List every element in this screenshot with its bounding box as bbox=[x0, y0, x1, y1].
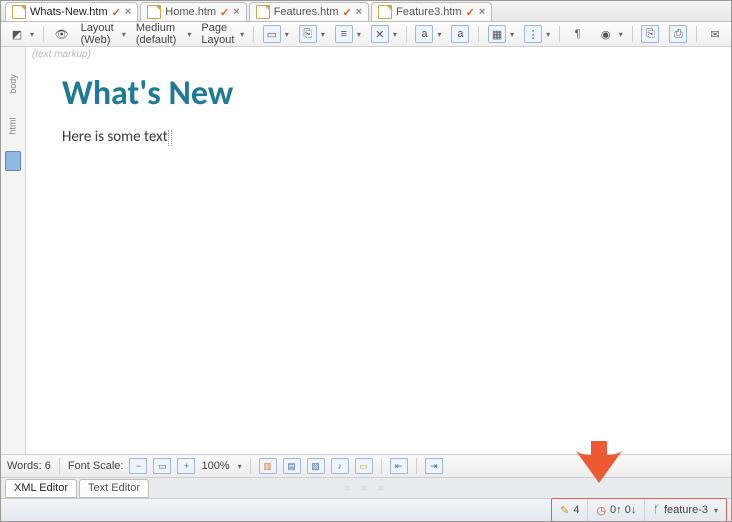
zoom-dropdown[interactable] bbox=[236, 460, 242, 472]
separator bbox=[478, 26, 479, 42]
tab-home[interactable]: Home.htm ✓ × bbox=[140, 2, 246, 21]
ruler-button[interactable]: ▭ bbox=[355, 458, 373, 474]
zoom-reset-button[interactable]: ▭ bbox=[153, 458, 171, 474]
tab-whats-new[interactable]: Whats-New.htm ✓ × bbox=[5, 2, 138, 21]
separator bbox=[381, 458, 382, 474]
separator bbox=[406, 26, 407, 42]
send-button[interactable]: ✉ bbox=[703, 24, 727, 44]
expand-left-button[interactable]: ⇤ bbox=[390, 458, 408, 474]
modified-check-icon: ✓ bbox=[466, 6, 475, 19]
branch-selector[interactable]: ᚶ feature-3 bbox=[645, 499, 726, 521]
medium-dropdown[interactable]: Medium (default) bbox=[133, 21, 195, 47]
bottom-toolbar: Words: 6 Font Scale: − ▭ + 100% ▥ ▤ ▧ ♪ … bbox=[1, 454, 731, 477]
separator bbox=[43, 26, 44, 42]
body-text: Here is some text bbox=[62, 128, 168, 146]
layout-mode-2[interactable]: ▤ bbox=[283, 458, 301, 474]
file-icon bbox=[256, 5, 270, 19]
branch-icon: ᚶ bbox=[653, 504, 660, 516]
tab-label: Feature3.htm bbox=[396, 6, 461, 18]
layout-mode-1[interactable]: ▥ bbox=[259, 458, 277, 474]
structure-gutter: body html bbox=[1, 47, 26, 454]
page-layout-label: Page Layout bbox=[201, 22, 236, 46]
close-icon[interactable]: × bbox=[125, 6, 131, 18]
expand-right-button[interactable]: ⇥ bbox=[425, 458, 443, 474]
insert-snippet-button[interactable]: ✕ bbox=[368, 24, 400, 44]
text-editor-tab[interactable]: Text Editor bbox=[79, 479, 149, 498]
layout-dropdown[interactable]: Layout (Web) bbox=[78, 21, 129, 47]
zoom-value: 100% bbox=[201, 460, 229, 472]
file-icon bbox=[378, 5, 392, 19]
modified-check-icon: ✓ bbox=[220, 6, 229, 19]
body-tag[interactable]: body bbox=[8, 74, 18, 94]
separator bbox=[696, 26, 697, 42]
text-cursor bbox=[168, 130, 172, 146]
xml-editor-tab[interactable]: XML Editor bbox=[5, 479, 77, 498]
table-button[interactable]: ▦ bbox=[485, 24, 517, 44]
html-tag[interactable]: html bbox=[8, 117, 18, 134]
gutter-selector[interactable] bbox=[5, 151, 21, 171]
insert-image-button[interactable]: ▭ bbox=[260, 24, 292, 44]
page-paragraph[interactable]: Here is some text bbox=[62, 128, 721, 146]
insert-link-button[interactable]: ⎘ bbox=[296, 24, 328, 44]
document-tab-strip: Whats-New.htm ✓ × Home.htm ✓ × Features.… bbox=[1, 1, 731, 22]
layout-mode-3[interactable]: ▧ bbox=[307, 458, 325, 474]
page-heading[interactable]: What's New bbox=[62, 73, 721, 114]
status-bar: ✎ 4 ◷ 0↑ 0↓ ᚶ feature-3 bbox=[1, 498, 731, 521]
close-icon[interactable]: × bbox=[479, 6, 485, 18]
layout-label: Layout (Web) bbox=[81, 22, 118, 46]
separator bbox=[416, 458, 417, 474]
paragraph-marks-button[interactable]: ¶ bbox=[566, 24, 590, 44]
text-markup-label: (text markup) bbox=[32, 49, 91, 60]
separator bbox=[250, 458, 251, 474]
close-icon[interactable]: × bbox=[356, 6, 362, 18]
pencil-icon: ✎ bbox=[560, 504, 569, 517]
main-toolbar: ◩ 👁 Layout (Web) Medium (default) Page L… bbox=[1, 22, 731, 47]
tab-drag-dots: ○ ○ ○ bbox=[344, 483, 388, 494]
word-count-label: Words: 6 bbox=[7, 460, 51, 472]
insert-variable-button[interactable]: ≡ bbox=[332, 24, 364, 44]
font-scale-label: Font Scale: bbox=[68, 460, 124, 472]
source-control-status: ✎ 4 ◷ 0↑ 0↓ ᚶ feature-3 bbox=[551, 498, 727, 522]
separator bbox=[632, 26, 633, 42]
tab-label: Features.htm bbox=[274, 6, 339, 18]
changes-count[interactable]: ✎ 4 bbox=[552, 499, 588, 521]
modified-check-icon: ✓ bbox=[343, 6, 352, 19]
separator bbox=[253, 26, 254, 42]
file-icon bbox=[147, 5, 161, 19]
paste-button[interactable]: ⎙ bbox=[666, 24, 690, 44]
sync-clock-icon: ◷ bbox=[596, 504, 606, 517]
file-icon bbox=[12, 5, 26, 19]
tab-features[interactable]: Features.htm ✓ × bbox=[249, 2, 369, 21]
page-layout-dropdown[interactable]: Page Layout bbox=[198, 21, 247, 47]
tab-label: Home.htm bbox=[165, 6, 216, 18]
layout-mode-4[interactable]: ♪ bbox=[331, 458, 349, 474]
separator bbox=[59, 458, 60, 474]
zoom-in-button[interactable]: + bbox=[177, 458, 195, 474]
copy-button[interactable]: ⎘ bbox=[638, 24, 662, 44]
insert-text-button[interactable]: a bbox=[412, 24, 444, 44]
history-dropdown[interactable]: ◩ bbox=[5, 24, 37, 44]
insert-char-button[interactable]: a bbox=[448, 24, 472, 44]
editor-mode-tabs: XML Editor Text Editor ○ ○ ○ bbox=[1, 477, 731, 498]
tab-feature3[interactable]: Feature3.htm ✓ × bbox=[371, 2, 492, 21]
tab-label: Whats-New.htm bbox=[30, 6, 108, 18]
list-button[interactable]: ⋮ bbox=[521, 24, 553, 44]
preview-button[interactable]: 👁 bbox=[50, 24, 74, 44]
modified-check-icon: ✓ bbox=[112, 6, 121, 19]
editor-content[interactable]: (text markup) What's New Here is some te… bbox=[26, 47, 731, 454]
close-icon[interactable]: × bbox=[233, 6, 239, 18]
zoom-out-button[interactable]: − bbox=[129, 458, 147, 474]
sync-status[interactable]: ◷ 0↑ 0↓ bbox=[588, 499, 645, 521]
medium-label: Medium (default) bbox=[136, 22, 184, 46]
conditions-button[interactable]: ◉ bbox=[594, 24, 626, 44]
chevron-down-icon bbox=[712, 504, 718, 516]
separator bbox=[559, 26, 560, 42]
